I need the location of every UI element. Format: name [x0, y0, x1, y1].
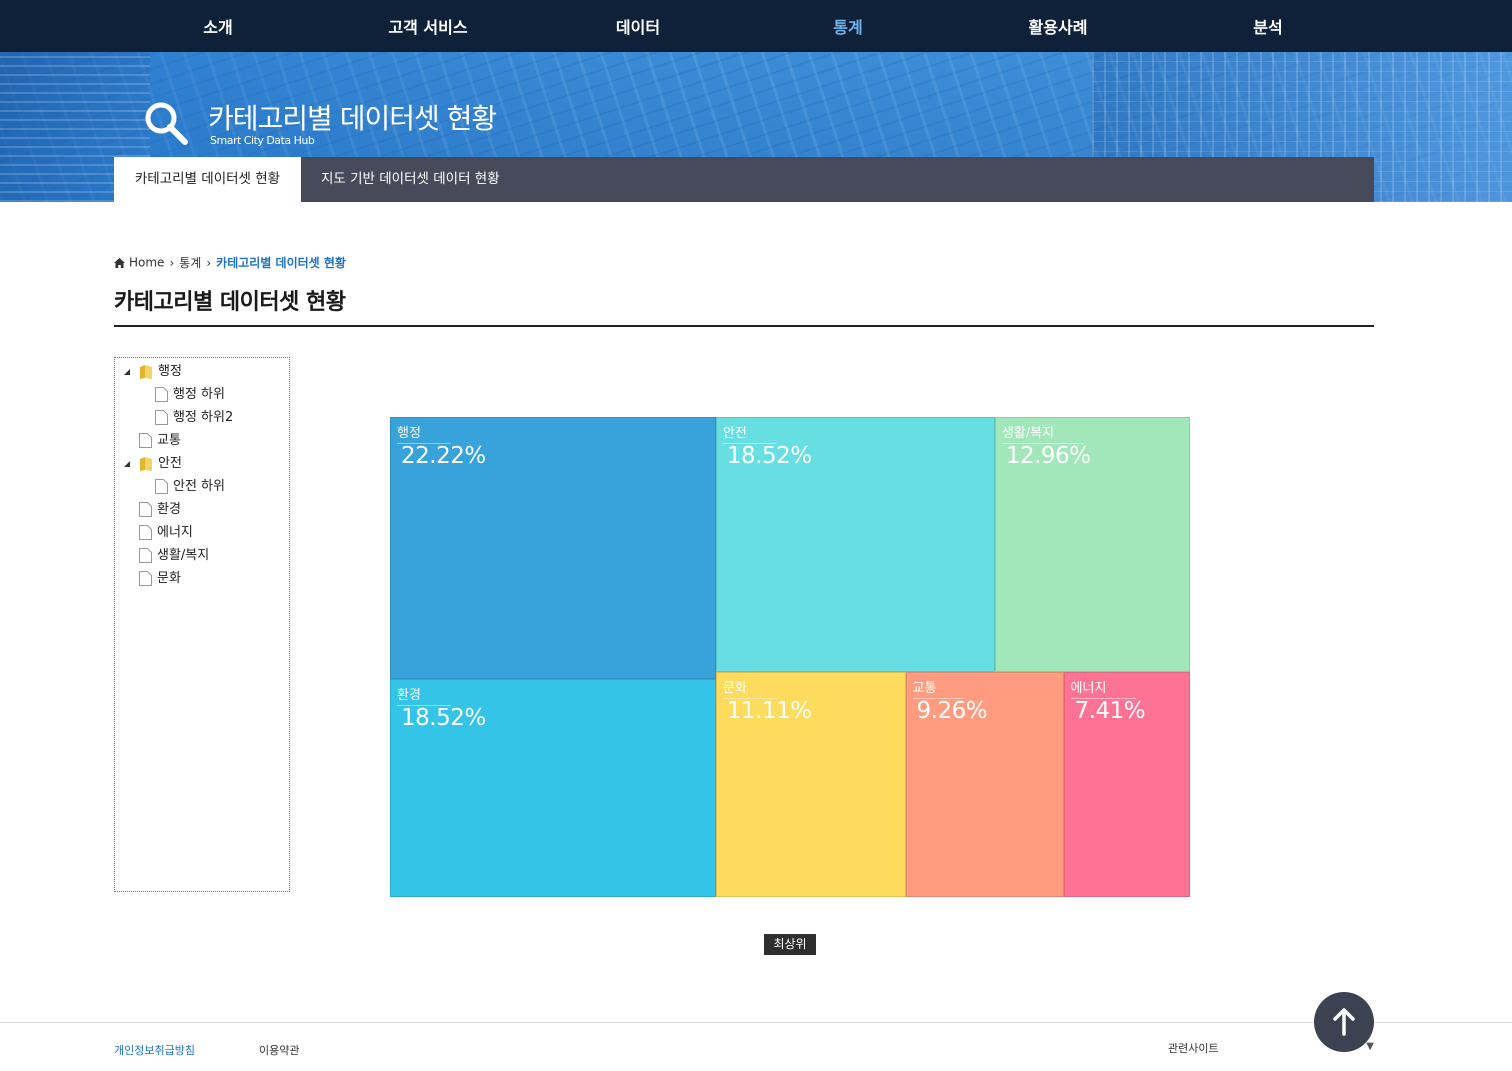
- treemap-tile-value: 18.52%: [401, 704, 486, 731]
- tree-node-welfare[interactable]: 생활/복지: [139, 546, 209, 566]
- treemap-tile[interactable]: 안전 18.52%: [715, 417, 995, 672]
- nav-item-use-cases[interactable]: 활용사례: [958, 0, 1158, 52]
- tree-node-traffic[interactable]: 교통: [139, 431, 181, 451]
- breadcrumb: Home › 통계 › 카테고리별 데이터셋 현황: [114, 254, 346, 271]
- nav-item-customer-service[interactable]: 고객 서비스: [328, 0, 528, 52]
- tree-node-admin-sub[interactable]: 행정 하위: [155, 385, 225, 405]
- treemap-tile[interactable]: 생활/복지 12.96%: [994, 417, 1190, 672]
- treemap-tile-value: 18.52%: [726, 443, 812, 469]
- treemap-top-level-button[interactable]: 최상위: [764, 934, 816, 955]
- treemap-tile-value: 22.22%: [401, 443, 486, 469]
- scroll-to-top-button[interactable]: [1314, 992, 1374, 1052]
- breadcrumb-current: 카테고리별 데이터셋 현황: [216, 256, 346, 270]
- category-treemap-chart: 행정 22.22% 환경 18.52% 안전 18.52% 생활/복지 12.96% 문화 11.…: [390, 417, 1190, 897]
- tree-node-admin-sub2[interactable]: 행정 하위2: [155, 408, 233, 428]
- treemap-tile[interactable]: 환경 18.52%: [390, 678, 716, 897]
- chevron-right-icon: ›: [206, 255, 212, 270]
- related-sites-label: 관련사이트: [1168, 1042, 1219, 1055]
- tree-node-label: 안전 하위: [173, 479, 225, 494]
- treemap-tile-value: 12.96%: [1005, 443, 1091, 469]
- privacy-policy-link[interactable]: 개인정보취급방침: [114, 1042, 195, 1058]
- tree-node-label: 행정 하위: [173, 387, 225, 402]
- breadcrumb-section[interactable]: 통계: [179, 256, 201, 270]
- chevron-right-icon: ›: [169, 255, 175, 270]
- tree-node-admin[interactable]: 행정: [123, 362, 182, 382]
- file-icon: [139, 502, 152, 517]
- nav-item-data[interactable]: 데이터: [538, 0, 738, 52]
- treemap-tile-label: 문화: [722, 677, 777, 699]
- title-divider: [114, 325, 1374, 327]
- expand-triangle-icon[interactable]: [123, 368, 131, 376]
- file-icon: [155, 479, 168, 494]
- hero-title: 카테고리별 데이터셋 현황: [208, 102, 497, 135]
- nav-item-statistics[interactable]: 통계: [748, 0, 948, 52]
- file-icon: [139, 525, 152, 540]
- tree-node-label: 교통: [157, 433, 181, 448]
- tree-node-label: 안전: [158, 456, 182, 471]
- treemap-tile-label: 환경: [397, 684, 451, 706]
- breadcrumb-home[interactable]: Home: [129, 256, 164, 270]
- tree-node-label: 환경: [157, 502, 181, 517]
- tree-node-environment[interactable]: 환경: [139, 500, 181, 520]
- tree-node-safety[interactable]: 안전: [123, 454, 182, 474]
- tree-node-safety-sub[interactable]: 안전 하위: [155, 477, 225, 497]
- treemap-tile-label: 에너지: [1070, 677, 1137, 699]
- file-icon: [155, 387, 168, 402]
- treemap-tile-label: 행정: [397, 422, 451, 444]
- top-navigation: 소개 고객 서비스 데이터 통계 활용사례 분석: [0, 0, 1512, 52]
- file-icon: [155, 410, 168, 425]
- folder-icon: [140, 364, 152, 379]
- treemap-tile-label: 생활/복지: [1001, 422, 1085, 444]
- treemap-tile[interactable]: 에너지 7.41%: [1063, 671, 1190, 897]
- treemap-tile-value: 7.41%: [1074, 697, 1146, 724]
- file-icon: [139, 571, 152, 586]
- tree-node-label: 에너지: [157, 525, 193, 540]
- treemap-tile[interactable]: 행정 22.22%: [390, 417, 716, 679]
- category-tree: 행정 행정 하위 행정 하위2 교통 안전 안전 하위 환경 에너지 생활/복지…: [114, 357, 290, 892]
- tab-map-datasets[interactable]: 지도 기반 데이터셋 데이터 현황: [321, 157, 500, 202]
- tree-node-culture[interactable]: 문화: [139, 569, 181, 589]
- expand-triangle-icon[interactable]: [123, 460, 131, 468]
- tree-node-label: 생활/복지: [157, 548, 210, 563]
- nav-item-analysis[interactable]: 분석: [1168, 0, 1368, 52]
- footer-divider: [0, 1022, 1512, 1023]
- treemap-tile-label: 교통: [912, 677, 967, 699]
- file-icon: [139, 433, 152, 448]
- treemap-tile-label: 안전: [722, 422, 777, 444]
- treemap-tile[interactable]: 문화 11.11%: [715, 671, 906, 897]
- sub-tab-bar: 카테고리별 데이터셋 현황 지도 기반 데이터셋 데이터 현황: [114, 157, 1374, 202]
- tree-node-label: 행정: [158, 364, 182, 379]
- treemap-tile-value: 11.11%: [726, 697, 812, 724]
- search-icon: [145, 102, 188, 145]
- tab-category-datasets[interactable]: 카테고리별 데이터셋 현황: [114, 157, 301, 202]
- tree-node-label: 문화: [157, 571, 181, 586]
- arrow-up-icon: [1333, 1008, 1355, 1036]
- tree-node-label: 행정 하위2: [173, 410, 234, 425]
- treemap-tile-value: 9.26%: [916, 697, 988, 724]
- page-title: 카테고리별 데이터셋 현황: [114, 290, 346, 315]
- terms-of-use-link[interactable]: 이용약관: [259, 1042, 299, 1058]
- file-icon: [139, 548, 152, 563]
- tree-node-energy[interactable]: 에너지: [139, 523, 193, 543]
- folder-icon: [140, 456, 152, 471]
- home-icon: [114, 257, 125, 268]
- nav-item-intro[interactable]: 소개: [118, 0, 318, 52]
- treemap-tile[interactable]: 교통 9.26%: [905, 671, 1064, 897]
- hero-subtitle: Smart City Data Hub: [210, 134, 315, 147]
